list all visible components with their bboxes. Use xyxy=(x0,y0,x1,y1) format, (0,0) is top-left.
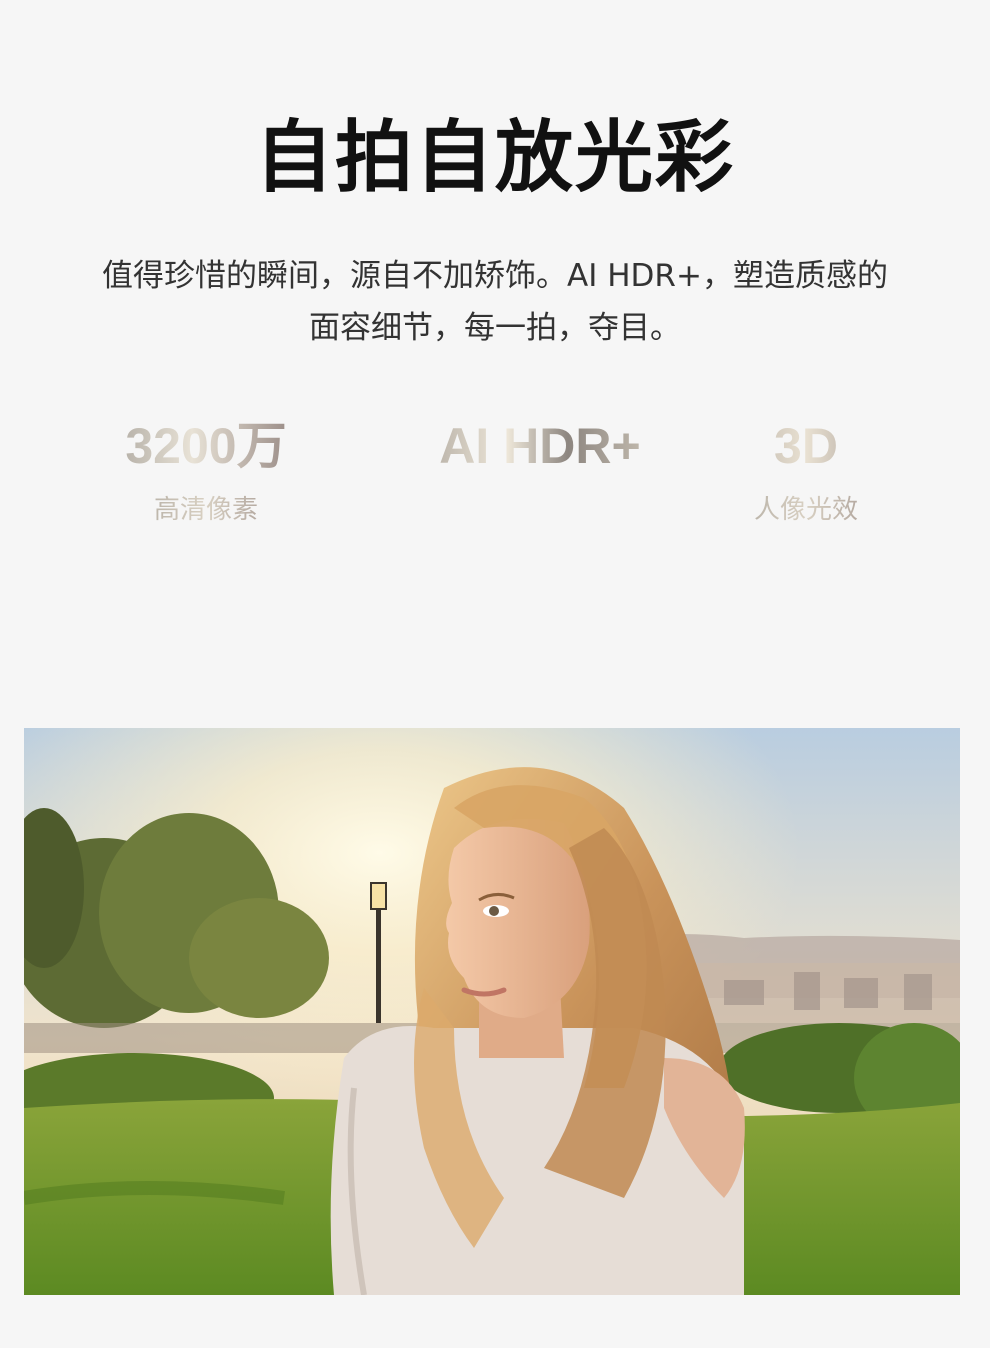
stat-label: 高清像素 xyxy=(66,493,346,527)
portrait-illustration xyxy=(24,728,960,1295)
description-line-2: 面容细节，每一拍，夺目。 xyxy=(309,310,681,346)
selfie-sample-photo xyxy=(24,728,960,1295)
feature-stats: 3200万 高清像素 AI HDR+ 3D 人像光效 xyxy=(0,415,990,545)
description-line-1: 值得珍惜的瞬间，源自不加矫饰。AI HDR+，塑造质感的 xyxy=(102,258,888,294)
stat-value: 3200万 xyxy=(66,415,346,477)
stat-megapixels: 3200万 高清像素 xyxy=(66,415,346,527)
description: 值得珍惜的瞬间，源自不加矫饰。AI HDR+，塑造质感的 面容细节，每一拍，夺目… xyxy=(40,250,950,354)
stat-value: AI HDR+ xyxy=(400,415,680,477)
stat-value: 3D xyxy=(666,415,946,477)
street-lamp xyxy=(376,903,381,1023)
page-title: 自拍自放光彩 xyxy=(254,113,735,203)
stat-3d-portrait: 3D 人像光效 xyxy=(666,415,946,527)
stat-label: 人像光效 xyxy=(666,493,946,527)
stat-ai-hdr: AI HDR+ xyxy=(400,415,680,477)
